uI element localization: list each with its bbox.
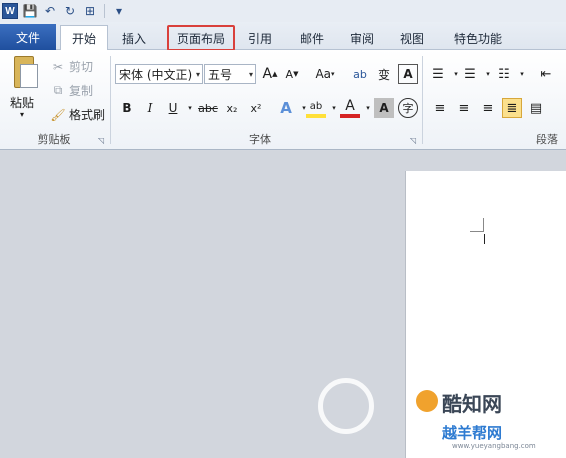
format-painter-label: 格式刷 bbox=[69, 108, 106, 122]
bullets-icon[interactable]: ☰ bbox=[428, 64, 448, 84]
margin-corner-mark bbox=[470, 218, 484, 232]
grow-font-button[interactable]: A ▲ bbox=[260, 64, 280, 84]
group-divider bbox=[110, 56, 111, 144]
undo-icon[interactable]: ↶ bbox=[42, 3, 58, 19]
ribbon-tabs: 文件 开始 插入 页面布局 引用 邮件 审阅 视图 特色功能 bbox=[0, 22, 566, 51]
copy-button[interactable]: ⧉ 复制 bbox=[50, 82, 93, 99]
align-center-icon[interactable]: ≡ bbox=[454, 98, 474, 118]
clipboard-launcher-icon[interactable]: ◹ bbox=[98, 136, 104, 145]
text-cursor bbox=[484, 234, 485, 244]
paste-icon[interactable] bbox=[8, 56, 40, 92]
superscript-button[interactable]: x² bbox=[246, 98, 266, 118]
text-effects-icon[interactable]: A bbox=[276, 98, 296, 118]
tab-references[interactable]: 引用 bbox=[240, 26, 280, 50]
tab-special-features[interactable]: 特色功能 bbox=[440, 26, 516, 50]
paste-dropdown[interactable]: ▾ bbox=[20, 110, 24, 119]
ribbon-home: 粘贴 ▾ ✂ 剪切 ⧉ 复制 🖌 格式刷 剪贴板 ◹ 宋体 (中文正) ▾ 五号… bbox=[0, 50, 566, 150]
align-left-icon[interactable]: ≡ bbox=[430, 98, 450, 118]
justify-icon[interactable]: ≣ bbox=[502, 98, 522, 118]
multilevel-list-icon[interactable]: ☷ bbox=[494, 64, 514, 84]
italic-button[interactable]: I bbox=[140, 98, 160, 118]
highlight-icon[interactable]: ab bbox=[306, 98, 326, 118]
paintbrush-icon: 🖌 bbox=[50, 107, 66, 122]
save-icon[interactable]: 💾 bbox=[22, 3, 38, 19]
font-name-value: 宋体 (中文正) bbox=[119, 67, 193, 82]
font-size-value: 五号 bbox=[208, 67, 233, 82]
cut-label: 剪切 bbox=[69, 60, 94, 74]
change-case-label: Aa bbox=[315, 67, 332, 81]
copy-label: 复制 bbox=[69, 84, 94, 98]
tab-mailings[interactable]: 邮件 bbox=[290, 26, 334, 50]
copy-icon: ⧉ bbox=[53, 83, 63, 97]
align-right-icon[interactable]: ≡ bbox=[478, 98, 498, 118]
chevron-down-icon[interactable]: ▾ bbox=[111, 3, 127, 19]
tab-page-layout[interactable]: 页面布局 bbox=[167, 25, 235, 51]
scissors-icon: ✂ bbox=[52, 59, 64, 74]
shrink-font-label: A bbox=[285, 67, 294, 81]
cut-button[interactable]: ✂ 剪切 bbox=[50, 58, 93, 75]
shrink-font-button[interactable]: A ▼ bbox=[282, 64, 302, 84]
chevron-down-icon: ▾ bbox=[248, 69, 253, 79]
subscript-button[interactable]: x₂ bbox=[222, 98, 242, 118]
multilevel-dropdown[interactable]: ▾ bbox=[512, 64, 532, 84]
customize-icon[interactable]: ⊞ bbox=[82, 3, 98, 19]
chevron-down-icon: ▾ bbox=[195, 69, 200, 79]
distributed-icon[interactable]: ▤ bbox=[526, 98, 546, 118]
paragraph-group-label: 段落 bbox=[536, 133, 558, 146]
clipboard-group-label: 剪贴板 bbox=[37, 133, 71, 146]
watermark-brand: 酷知网 bbox=[442, 392, 502, 416]
watermark-dot-icon bbox=[416, 390, 438, 412]
paste-label: 粘贴 bbox=[10, 96, 35, 110]
numbering-icon[interactable]: ☰ bbox=[460, 64, 480, 84]
redo-icon[interactable]: ↻ bbox=[62, 3, 78, 19]
font-group-label: 字体 bbox=[249, 133, 271, 146]
group-divider bbox=[422, 56, 423, 144]
font-launcher-icon[interactable]: ◹ bbox=[410, 136, 416, 145]
watermark: 酷知网 越羊帮网 www.yueyangbang.com bbox=[312, 372, 566, 458]
tab-insert[interactable]: 插入 bbox=[112, 26, 156, 50]
bold-button[interactable]: B bbox=[117, 98, 137, 118]
quick-access-toolbar: W 💾 ↶ ↻ ⊞ ▾ bbox=[0, 0, 566, 22]
paste-button[interactable]: 粘贴 bbox=[10, 94, 34, 111]
format-painter-button[interactable]: 🖌 格式刷 bbox=[50, 106, 105, 123]
font-size-combo[interactable]: 五号 ▾ bbox=[204, 64, 256, 84]
watermark-logo-icon bbox=[318, 378, 374, 434]
font-color-icon[interactable]: A bbox=[340, 98, 360, 118]
tab-file[interactable]: 文件 bbox=[0, 24, 56, 50]
watermark-sub: 越羊帮网 bbox=[442, 424, 503, 442]
character-border-icon[interactable]: A bbox=[398, 64, 418, 84]
tab-view[interactable]: 视图 bbox=[392, 26, 432, 50]
character-shading-icon[interactable]: A bbox=[374, 98, 394, 118]
word-app-icon[interactable]: W bbox=[2, 3, 18, 19]
strikethrough-button[interactable]: abc bbox=[196, 98, 220, 118]
decrease-indent-icon[interactable]: ⇤ bbox=[536, 64, 556, 84]
toolbar-divider bbox=[104, 4, 105, 18]
phonetic-guide-icon[interactable]: ab bbox=[350, 64, 370, 84]
tab-review[interactable]: 审阅 bbox=[340, 26, 384, 50]
tab-home[interactable]: 开始 bbox=[60, 25, 108, 50]
clear-format-icon[interactable]: 变 bbox=[374, 64, 394, 84]
change-case-button[interactable]: Aa ▾ bbox=[312, 64, 338, 84]
enclose-character-icon[interactable]: 字 bbox=[398, 98, 418, 118]
font-name-combo[interactable]: 宋体 (中文正) ▾ bbox=[115, 64, 203, 84]
watermark-url: www.yueyangbang.com bbox=[452, 442, 536, 450]
grow-font-label: A bbox=[262, 66, 273, 82]
